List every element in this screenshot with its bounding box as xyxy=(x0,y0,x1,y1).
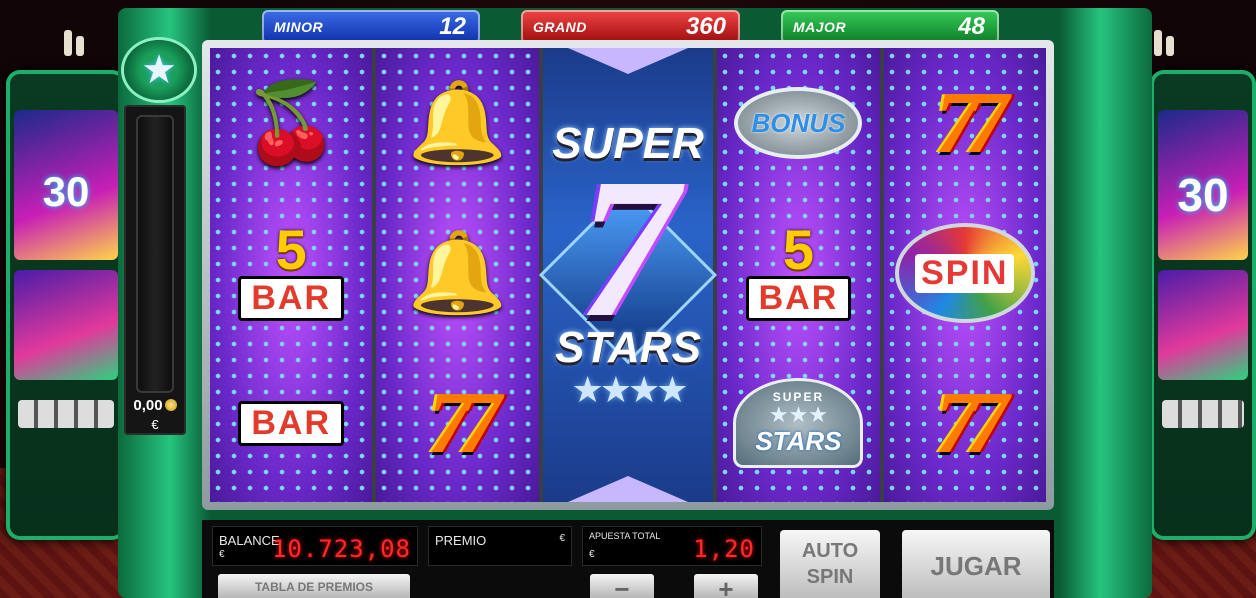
cherries-icon: 🍒 xyxy=(242,78,340,166)
right-background-slot-machine: 30 xyxy=(1150,70,1256,540)
jackpot-label: GRAND xyxy=(533,19,587,35)
bar-symbol: BAR xyxy=(210,348,372,498)
symbol-text: BAR xyxy=(238,400,345,446)
reel-5: 77 SPIN 77 xyxy=(883,48,1046,502)
bell-symbol: 🔔 xyxy=(376,198,538,348)
bell-icon: 🔔 xyxy=(407,228,508,317)
decrease-bet-button[interactable]: − xyxy=(590,574,654,598)
reel-3-wild: SUPER 7 STARS ★★★★ xyxy=(542,48,714,502)
spin-symbol: SPIN xyxy=(884,198,1046,348)
star-icon: ★★★★ xyxy=(571,369,688,410)
left-background-slot-machine: 30 xyxy=(6,70,126,540)
premio-display: PREMIO € xyxy=(428,526,572,566)
meter-value: 0,00 xyxy=(124,397,186,414)
total-bet-display: APUESTA TOTAL € 1,20 xyxy=(582,526,762,566)
side-machine-number: 30 xyxy=(1177,169,1229,221)
reel-2: 🔔 🔔 77 xyxy=(376,48,539,502)
meter-tube xyxy=(136,115,174,393)
side-screen: 30 xyxy=(1158,110,1248,260)
total-bet-value: 1,20 xyxy=(693,535,755,563)
logo-stars: STARS xyxy=(555,323,701,372)
side-screen-lower xyxy=(14,270,118,380)
jackpot-value: 12 xyxy=(439,13,466,40)
side-buttons xyxy=(1162,400,1244,428)
side-machine-number: 30 xyxy=(42,168,90,215)
symbol-text: STARS xyxy=(755,425,842,456)
symbol-text: BONUS xyxy=(751,107,846,138)
jackpot-label: MAJOR xyxy=(793,19,847,35)
premio-currency: € xyxy=(559,533,565,544)
balance-currency: € xyxy=(219,549,225,560)
premio-label: PREMIO xyxy=(435,533,487,548)
cherries-symbol: 🍒 xyxy=(210,48,372,198)
star-badge-icon: ★ xyxy=(124,40,194,100)
balance-label: BALANCE xyxy=(219,533,280,548)
five-bar-symbol: 5 BAR xyxy=(717,198,879,348)
triple-seven-symbol: 77 xyxy=(376,348,538,498)
symbol-text: 77 xyxy=(934,74,1009,172)
side-screen: 30 xyxy=(14,110,118,260)
symbol-number: 5 xyxy=(782,218,814,282)
symbol-number: 5 xyxy=(275,218,307,282)
total-bet-currency: € xyxy=(589,549,595,560)
jackpot-value: 360 xyxy=(685,13,726,40)
symbol-text: BAR xyxy=(745,275,852,321)
super-7-stars-logo: SUPER 7 STARS ★★★★ xyxy=(543,48,714,502)
reel-4: BONUS 5 BAR SUPER ★★★ STARS xyxy=(717,48,880,502)
paytable-button[interactable]: TABLA DE PREMIOS xyxy=(218,574,410,598)
auto-spin-line2: SPIN xyxy=(806,566,854,588)
balance-display: BALANCE € 10.723,08 xyxy=(212,526,418,566)
total-bet-label: APUESTA TOTAL xyxy=(589,531,661,541)
reel-1: 🍒 5 BAR BAR xyxy=(210,48,373,502)
triple-seven-symbol: 77 xyxy=(884,48,1046,198)
lamp-icon xyxy=(60,30,88,70)
symbol-text: BAR xyxy=(238,275,345,321)
bell-icon: 🔔 xyxy=(407,78,508,167)
five-bar-symbol: 5 BAR xyxy=(210,198,372,348)
play-button[interactable]: JUGAR xyxy=(902,530,1050,598)
symbol-text: 77 xyxy=(427,374,502,472)
auto-spin-line1: AUTO xyxy=(801,540,859,562)
super-stars-symbol: SUPER ★★★ STARS xyxy=(717,348,879,498)
jackpot-value: 48 xyxy=(958,13,985,40)
meter-currency: € xyxy=(151,417,159,432)
symbol-text: 77 xyxy=(934,374,1009,472)
jackpot-major: MAJOR 48 xyxy=(781,10,999,44)
auto-spin-button[interactable]: AUTO SPIN xyxy=(780,530,880,598)
meter-amount: 0,00 xyxy=(133,397,163,414)
jackpot-grand: GRAND 360 xyxy=(521,10,740,44)
logo-seven: 7 xyxy=(578,138,678,359)
symbol-text: SPIN xyxy=(915,253,1015,293)
side-buttons xyxy=(18,400,114,428)
side-screen-lower xyxy=(1158,270,1248,380)
reels: 🍒 5 BAR BAR 🔔 🔔 77 SUPER 7 STARS ★★★★ BO… xyxy=(210,48,1046,502)
bell-symbol: 🔔 xyxy=(376,48,538,198)
coin-icon xyxy=(164,399,177,411)
triple-seven-symbol: 77 xyxy=(884,348,1046,498)
star-icon: ★★★ xyxy=(768,401,829,427)
lamp-icon xyxy=(1150,30,1178,70)
reels-frame: 🍒 5 BAR BAR 🔔 🔔 77 SUPER 7 STARS ★★★★ BO… xyxy=(202,40,1054,510)
increase-bet-button[interactable]: + xyxy=(694,574,758,598)
jackpot-label: MINOR xyxy=(274,19,324,35)
chevron-down-icon xyxy=(568,476,688,502)
jackpot-minor: MINOR 12 xyxy=(262,10,480,44)
bonus-symbol: BONUS xyxy=(717,48,879,198)
bonus-meter: 0,00 € xyxy=(124,105,186,435)
balance-value: 10.723,08 xyxy=(271,535,411,563)
